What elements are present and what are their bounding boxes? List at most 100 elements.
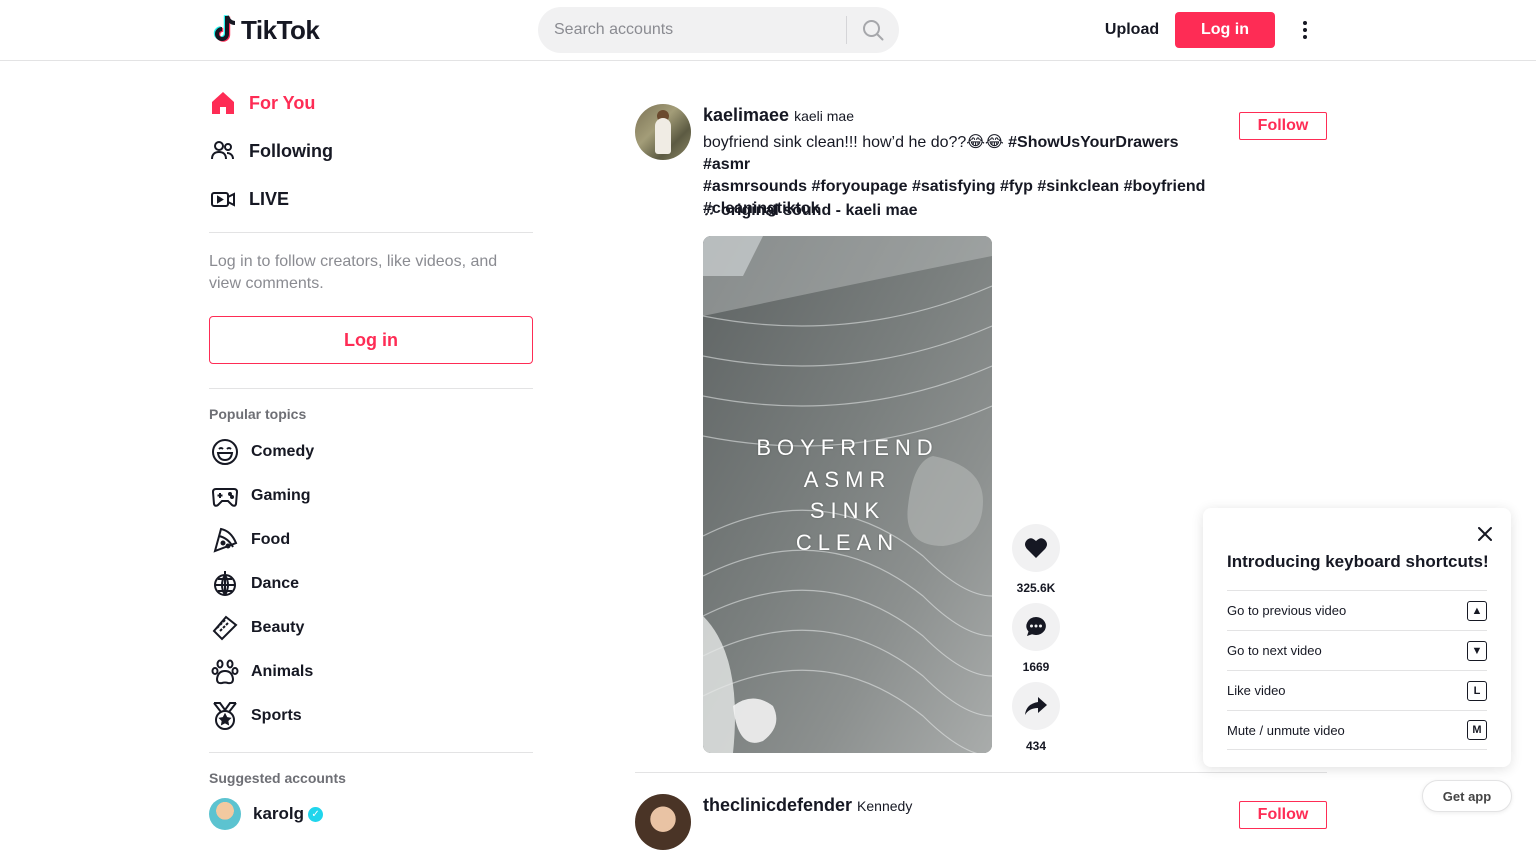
comment-action: 1669	[1012, 603, 1060, 674]
gaming-icon	[209, 480, 241, 512]
shortcuts-title: Introducing keyboard shortcuts!	[1227, 552, 1489, 571]
login-hint: Log in to follow creators, like videos, …	[209, 253, 498, 292]
like-action: 325.6K	[1012, 524, 1060, 595]
follow-button[interactable]: Follow	[1239, 801, 1327, 829]
topic-sports[interactable]: Sports	[209, 700, 509, 732]
nav-for-you[interactable]: For You	[209, 83, 509, 123]
feed-divider	[635, 772, 1327, 773]
shortcut-label: Like video	[1227, 683, 1286, 698]
close-icon	[1478, 527, 1492, 541]
food-icon	[209, 524, 241, 556]
hashtags-line-2[interactable]: #asmrsounds #foryoupage #satisfying #fyp…	[703, 178, 1205, 195]
post-sound[interactable]: ♫ original sound - kaeli mae	[703, 202, 918, 220]
overlay-line: BOYFRIEND	[756, 435, 939, 460]
topic-label: Gaming	[251, 487, 311, 504]
keyboard-shortcuts-popup: Introducing keyboard shortcuts! Go to pr…	[1203, 508, 1511, 767]
sidebar-divider	[209, 232, 533, 233]
beauty-icon	[209, 612, 241, 644]
overlay-line: CLEAN	[795, 529, 900, 555]
author-username: theclinicdefender	[703, 795, 853, 815]
shortcut-row: Go to previous video ▲	[1227, 590, 1487, 630]
sports-icon	[209, 700, 241, 732]
author-nickname: kaeli mae	[794, 108, 854, 124]
more-vertical-icon	[1303, 21, 1307, 39]
topic-gaming[interactable]: Gaming	[209, 480, 509, 512]
sidebar-login-button[interactable]: Log in	[209, 316, 533, 364]
video-player[interactable]: BOYFRIEND ASMR SINK CLEAN	[703, 236, 992, 753]
author-nickname: Kennedy	[857, 798, 913, 814]
key-m-icon: M	[1467, 720, 1487, 740]
topic-beauty[interactable]: Beauty	[209, 612, 509, 644]
topic-dance[interactable]: Dance	[209, 568, 509, 600]
more-options-button[interactable]	[1293, 16, 1317, 44]
search-bar	[538, 7, 899, 53]
logo-text: TikTok	[241, 14, 320, 45]
search-button[interactable]	[847, 7, 899, 53]
key-l-icon: L	[1467, 680, 1487, 701]
animals-icon	[209, 656, 241, 688]
heart-icon	[1025, 538, 1047, 558]
popular-topics-title: Popular topics	[209, 406, 307, 422]
sidebar-divider	[209, 752, 533, 753]
post-author[interactable]: kaelimaee kaeli mae	[703, 105, 854, 126]
search-input[interactable]	[554, 7, 844, 53]
tiktok-logo[interactable]: TikTok	[211, 13, 320, 47]
close-button[interactable]	[1475, 524, 1495, 544]
like-count: 325.6K	[1016, 581, 1056, 595]
music-note-icon: ♫	[703, 202, 715, 219]
like-button[interactable]	[1012, 524, 1060, 572]
shortcut-label: Mute / unmute video	[1227, 722, 1345, 738]
follow-button[interactable]: Follow	[1239, 112, 1327, 140]
header-login-button[interactable]: Log in	[1175, 12, 1275, 48]
shortcut-label: Go to previous video	[1227, 603, 1347, 618]
author-avatar[interactable]	[635, 104, 691, 160]
nav-live[interactable]: LIVE	[209, 179, 509, 219]
comedy-icon	[209, 436, 241, 468]
sound-title: original sound - kaeli mae	[721, 202, 918, 219]
verified-badge-icon: ✓	[308, 806, 324, 822]
following-icon	[209, 135, 241, 167]
topic-label: Dance	[251, 575, 300, 592]
overlay-line: SINK	[809, 498, 886, 523]
post-author[interactable]: theclinicdefender Kennedy	[703, 795, 912, 816]
topic-animals[interactable]: Animals	[209, 656, 509, 688]
topic-label: Sports	[251, 707, 302, 724]
comment-button[interactable]	[1012, 603, 1060, 651]
live-icon	[209, 183, 241, 215]
suggested-account-item[interactable]: karolg ✓	[209, 798, 324, 830]
suggested-accounts-title: Suggested accounts	[209, 770, 346, 786]
share-action: 434	[1012, 682, 1060, 753]
nav-label: Following	[249, 140, 333, 161]
nav-following[interactable]: Following	[209, 131, 509, 171]
topic-label: Food	[251, 531, 291, 548]
topic-label: Beauty	[251, 619, 305, 636]
suggested-account-name: karolg	[253, 804, 305, 823]
share-icon	[1025, 697, 1047, 715]
share-button[interactable]	[1012, 682, 1060, 730]
get-app-button[interactable]: Get app	[1422, 780, 1512, 812]
key-down-icon: ▼	[1467, 640, 1487, 661]
avatar	[209, 798, 241, 830]
home-icon	[209, 87, 241, 119]
topic-comedy[interactable]: Comedy	[209, 436, 509, 468]
key-up-icon: ▲	[1467, 600, 1487, 621]
shortcut-row: Mute / unmute video M	[1227, 710, 1487, 750]
sidebar: For You Following LIVE Log in to follow …	[209, 61, 533, 830]
video-overlay-text: BOYFRIEND ASMR SINK CLEAN	[703, 432, 992, 558]
share-count: 434	[1025, 739, 1047, 753]
shortcut-row: Go to next video ▼	[1227, 630, 1487, 670]
comment-icon	[1026, 617, 1046, 636]
topic-label: Animals	[251, 663, 314, 680]
upload-button[interactable]: Upload	[1096, 16, 1168, 44]
shortcut-row: Like video L	[1227, 670, 1487, 710]
nav-label: LIVE	[249, 188, 290, 209]
nav-label: For You	[249, 92, 316, 113]
topic-food[interactable]: Food	[209, 524, 509, 556]
author-avatar[interactable]	[635, 794, 691, 850]
sidebar-divider	[209, 388, 533, 389]
shortcut-label: Go to next video	[1227, 643, 1322, 658]
overlay-line: ASMR	[803, 466, 892, 492]
search-icon	[863, 20, 884, 41]
dance-icon	[209, 568, 241, 600]
caption-text: boyfriend sink clean!!! how’d he do??😂😂	[703, 134, 1009, 151]
